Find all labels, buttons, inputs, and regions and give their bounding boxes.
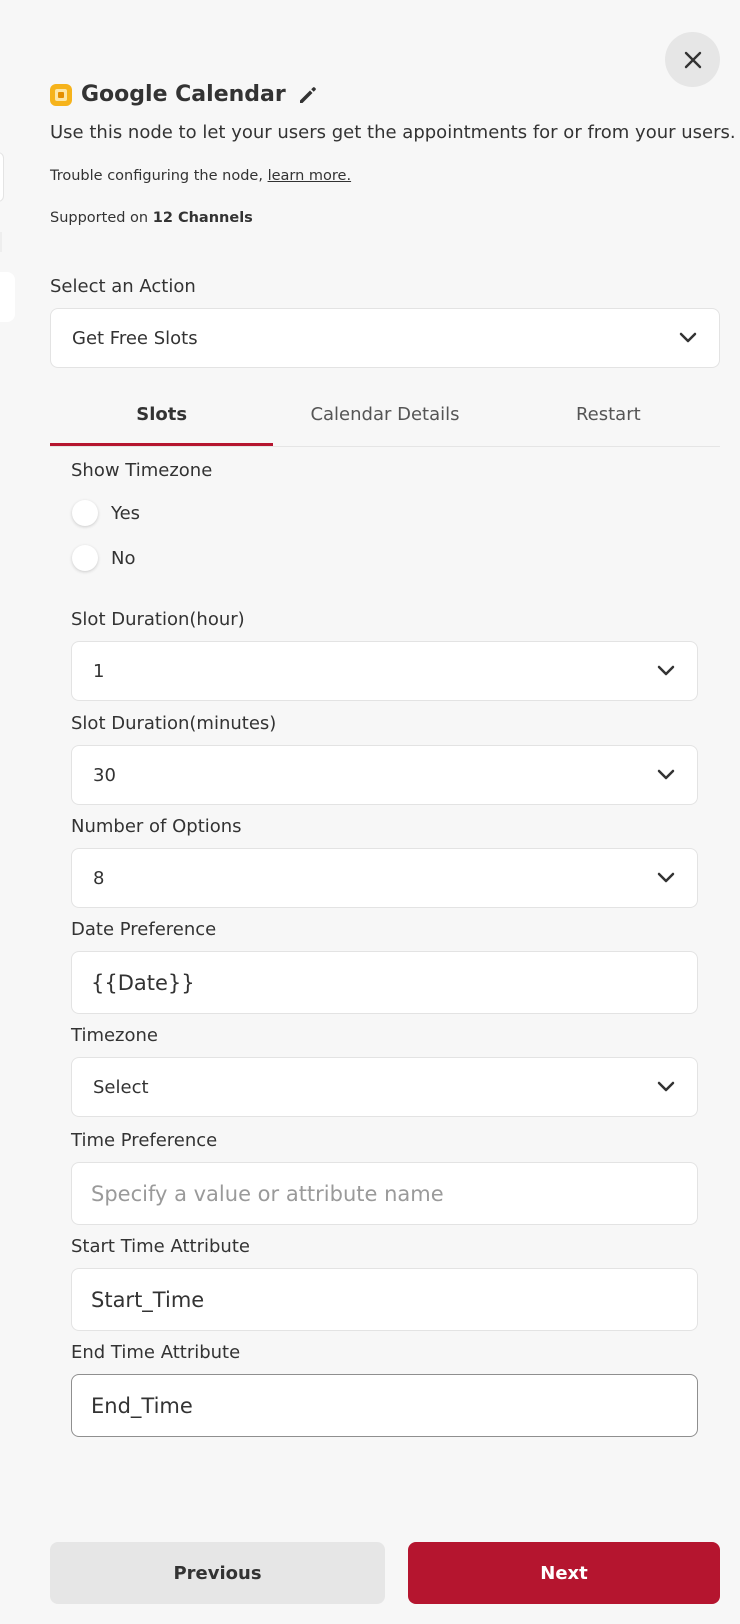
date-pref-input[interactable]: {{Date}} [71, 951, 698, 1014]
time-pref-label: Time Preference [71, 1130, 218, 1151]
slot-minutes-value: 30 [93, 764, 116, 786]
num-options-value: 8 [93, 867, 105, 889]
start-attr-label: Start Time Attribute [71, 1236, 250, 1257]
close-button[interactable] [665, 32, 720, 87]
chevron-down-icon [679, 332, 697, 343]
slot-hour-select[interactable]: 1 [71, 641, 698, 701]
start-attr-input[interactable]: Start_Time [71, 1268, 698, 1331]
next-button[interactable]: Next [408, 1542, 720, 1604]
show-timezone-label: Show Timezone [71, 460, 213, 481]
channels-count[interactable]: 12 Channels [153, 210, 253, 226]
tab-bar: Slots Calendar Details Restart [50, 388, 720, 447]
end-attr-label: End Time Attribute [71, 1342, 241, 1363]
radio-button[interactable] [72, 500, 98, 526]
slot-hour-value: 1 [93, 660, 105, 682]
node-description: Use this node to let your users get the … [50, 122, 736, 143]
radio-no[interactable]: No [72, 545, 135, 571]
timezone-label: Timezone [71, 1025, 158, 1046]
edit-title-button[interactable] [298, 85, 318, 105]
supported-prefix: Supported on [50, 210, 149, 226]
trouble-text: Trouble configuring the node, learn more… [50, 168, 351, 184]
node-title: Google Calendar [81, 82, 286, 107]
chevron-down-icon [657, 1081, 675, 1092]
google-calendar-icon [50, 83, 72, 106]
action-label: Select an Action [50, 276, 196, 297]
radio-no-label: No [111, 547, 136, 569]
time-pref-input[interactable]: Specify a value or attribute name [71, 1162, 698, 1225]
tab-calendar-details[interactable]: Calendar Details [273, 388, 496, 446]
radio-button[interactable] [72, 545, 98, 571]
supported-channels: Supported on 12 Channels [50, 210, 253, 226]
background-panel-edge [0, 152, 4, 202]
timezone-value: Select [93, 1076, 149, 1098]
chevron-down-icon [657, 769, 675, 780]
previous-button[interactable]: Previous [50, 1542, 385, 1604]
slot-hour-label: Slot Duration(hour) [71, 609, 245, 630]
slot-minutes-select[interactable]: 30 [71, 745, 698, 805]
action-value: Get Free Slots [72, 327, 198, 349]
background-panel-edge [0, 272, 15, 322]
date-pref-label: Date Preference [71, 919, 217, 940]
trouble-prefix: Trouble configuring the node, [50, 168, 263, 184]
chevron-down-icon [657, 665, 675, 676]
learn-more-link[interactable]: learn more. [268, 168, 352, 184]
chevron-down-icon [657, 872, 675, 883]
slot-minutes-label: Slot Duration(minutes) [71, 713, 277, 734]
radio-yes[interactable]: Yes [72, 500, 140, 526]
end-attr-input[interactable]: End_Time [71, 1374, 698, 1437]
num-options-select[interactable]: 8 [71, 848, 698, 908]
node-header: Google Calendar [50, 82, 318, 107]
tab-restart[interactable]: Restart [497, 388, 720, 446]
timezone-select[interactable]: Select [71, 1057, 698, 1117]
action-select[interactable]: Get Free Slots [50, 308, 720, 368]
tab-slots[interactable]: Slots [50, 388, 274, 446]
radio-yes-label: Yes [111, 502, 141, 524]
background-panel-edge [0, 232, 2, 252]
num-options-label: Number of Options [71, 816, 242, 837]
pencil-icon [299, 86, 316, 103]
close-icon [684, 51, 701, 68]
